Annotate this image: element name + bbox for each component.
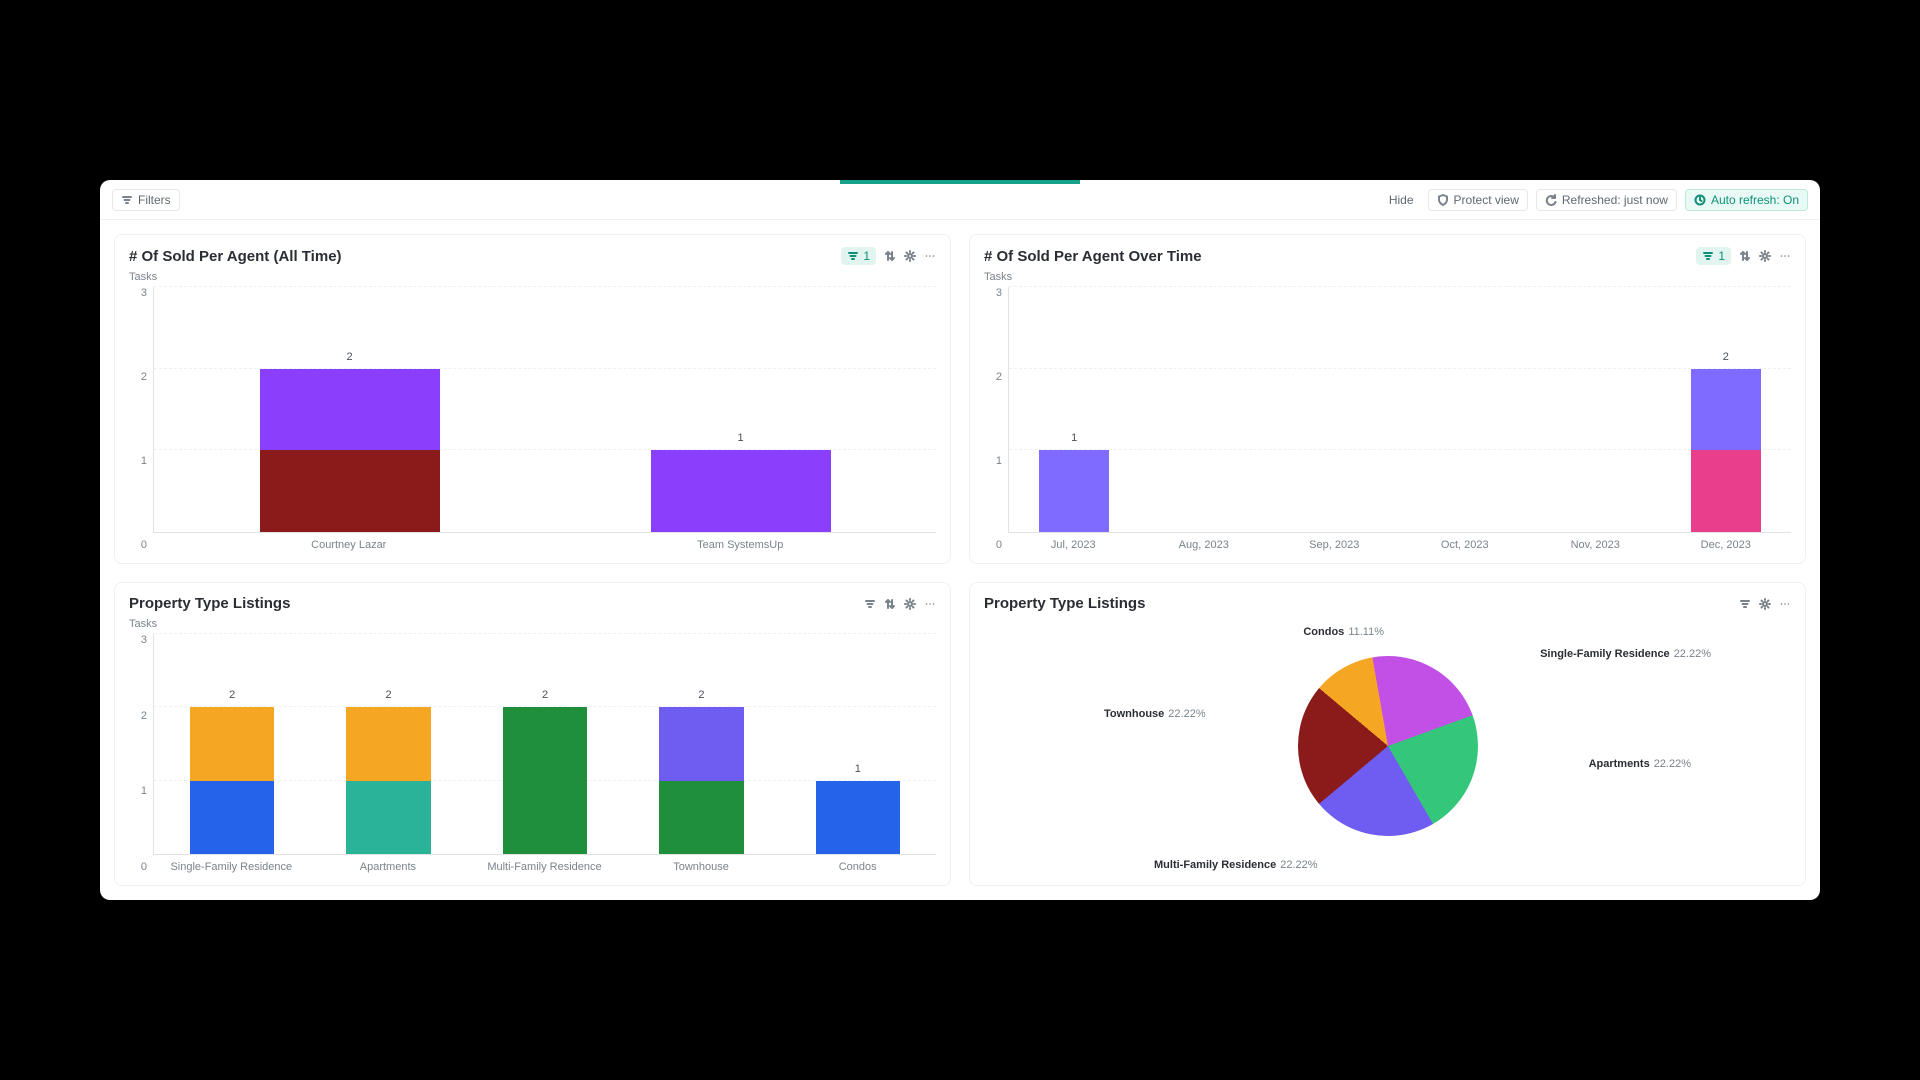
filter-icon [1739,598,1751,610]
sort-button[interactable] [884,598,896,610]
filter-icon [121,194,133,206]
y-axis: 3210 [129,634,153,873]
filters-button[interactable]: Filters [112,189,180,211]
pie-label-town: Townhouse22.22% [1104,708,1206,720]
protect-view-button[interactable]: Protect view [1428,189,1528,211]
dashboard-window: Filters Hide Protect view Refreshed: jus… [100,180,1820,900]
card-property-type-pie: Property Type Listings Condos11.11% Sing… [969,582,1806,886]
bar-chart: 3210 12 Jul, 2023Aug, 2023Sep, 2023Oct, … [984,287,1791,551]
filter-icon [1702,250,1714,262]
filter-button[interactable] [1739,598,1751,610]
refreshed-button[interactable]: Refreshed: just now [1536,189,1677,211]
card-title: Property Type Listings [129,595,290,612]
x-axis: Single-Family ResidenceApartmentsMulti-F… [153,855,936,873]
more-button[interactable] [1779,250,1791,262]
filter-icon [847,250,859,262]
filter-count-pill[interactable]: 1 [841,247,876,265]
y-axis-title: Tasks [129,271,936,283]
settings-button[interactable] [904,250,916,262]
bar-chart: 3210 21 Courtney LazarTeam SystemsUp [129,287,936,551]
dashboard-grid: # Of Sold Per Agent (All Time) 1 Tasks 3… [100,220,1820,900]
y-axis-title: Tasks [129,618,936,630]
pie[interactable] [1298,656,1478,836]
sort-button[interactable] [884,250,896,262]
filter-count: 1 [1718,249,1725,263]
active-tab-indicator [840,180,1080,184]
refreshed-label: Refreshed: just now [1562,193,1668,207]
plot-area[interactable]: 12 [1008,287,1791,533]
card-title: # Of Sold Per Agent Over Time [984,248,1202,265]
hide-button[interactable]: Hide [1383,190,1420,210]
dots-icon [1779,598,1791,610]
filter-count-pill[interactable]: 1 [1696,247,1731,265]
more-button[interactable] [1779,598,1791,610]
sort-icon [1739,250,1751,262]
bar-chart: 3210 22221 Single-Family ResidenceApartm… [129,634,936,873]
plot-area[interactable]: 21 [153,287,936,533]
card-title: # Of Sold Per Agent (All Time) [129,248,342,265]
settings-button[interactable] [1759,250,1771,262]
y-axis-title: Tasks [984,271,1791,283]
x-axis: Jul, 2023Aug, 2023Sep, 2023Oct, 2023Nov,… [1008,533,1791,551]
sort-icon [884,250,896,262]
dots-icon [924,598,936,610]
y-axis: 3210 [129,287,153,551]
shield-icon [1437,194,1449,206]
more-button[interactable] [924,598,936,610]
settings-button[interactable] [1759,598,1771,610]
y-axis: 3210 [984,287,1008,551]
sort-button[interactable] [1739,250,1751,262]
plot-area[interactable]: 22221 [153,634,936,855]
sort-icon [884,598,896,610]
more-button[interactable] [924,250,936,262]
pie-label-condos: Condos11.11% [1184,626,1384,638]
clock-icon [1694,194,1706,206]
dots-icon [1779,250,1791,262]
auto-refresh-label: Auto refresh: On [1711,193,1799,207]
filter-button[interactable] [864,598,876,610]
filter-count: 1 [863,249,870,263]
dots-icon [924,250,936,262]
refresh-icon [1545,194,1557,206]
protect-view-label: Protect view [1454,193,1519,207]
pie-label-mfr: Multi-Family Residence22.22% [1154,859,1318,871]
x-axis: Courtney LazarTeam SystemsUp [153,533,936,551]
card-property-type-bar: Property Type Listings Tasks 3210 22221 … [114,582,951,886]
gear-icon [904,250,916,262]
card-sold-per-agent-alltime: # Of Sold Per Agent (All Time) 1 Tasks 3… [114,234,951,564]
pie-label-apt: Apartments22.22% [1589,758,1691,770]
toolbar: Filters Hide Protect view Refreshed: jus… [100,180,1820,220]
gear-icon [1759,250,1771,262]
gear-icon [904,598,916,610]
settings-button[interactable] [904,598,916,610]
filters-label: Filters [138,193,171,207]
pie-chart[interactable]: Condos11.11% Single-Family Residence22.2… [984,618,1791,873]
gear-icon [1759,598,1771,610]
pie-label-sfr: Single-Family Residence22.22% [1540,648,1711,660]
filter-icon [864,598,876,610]
auto-refresh-button[interactable]: Auto refresh: On [1685,189,1808,211]
card-sold-per-agent-over-time: # Of Sold Per Agent Over Time 1 Tasks 32… [969,234,1806,564]
card-title: Property Type Listings [984,595,1145,612]
